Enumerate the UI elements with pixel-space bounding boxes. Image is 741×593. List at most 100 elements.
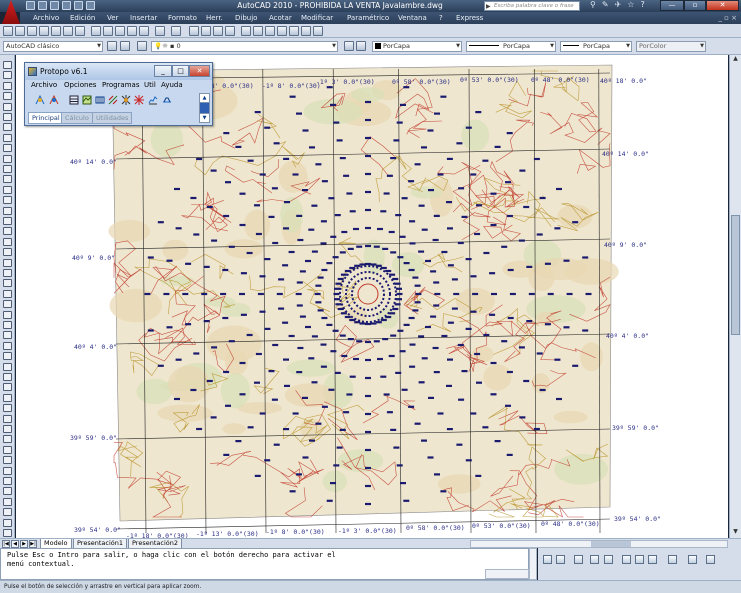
protopo-menu-archivo[interactable]: Archivo <box>31 81 57 89</box>
palette-tool-icon[interactable] <box>3 487 12 496</box>
palette-tool-icon[interactable] <box>3 133 12 142</box>
menu-insertar[interactable]: Insertar <box>130 14 157 22</box>
undo-icon[interactable] <box>62 1 71 10</box>
menu-help[interactable]: ? <box>439 14 443 22</box>
markup-icon[interactable] <box>289 26 299 36</box>
terrain-icon[interactable] <box>82 95 92 105</box>
palette-tool-icon[interactable] <box>3 435 12 444</box>
tab-utilidades[interactable]: Utilidades <box>92 112 133 124</box>
favorites-icon[interactable]: ☆ <box>627 0 634 9</box>
help-tool-icon[interactable] <box>313 26 323 36</box>
palette-tool-icon[interactable] <box>3 331 12 340</box>
help-icon[interactable]: ? <box>640 0 644 9</box>
star-points-icon[interactable] <box>134 95 144 105</box>
document-window-controls[interactable]: _ ▫ × <box>718 14 737 22</box>
linetype-select[interactable]: PorCapa ▼ <box>466 41 556 52</box>
menu-edicion[interactable]: Edición <box>70 14 95 22</box>
hardware-acceleration-icon[interactable] <box>648 555 657 564</box>
3d-dwf-icon[interactable] <box>75 26 85 36</box>
profile-icon[interactable] <box>148 95 158 105</box>
palette-tool-icon[interactable] <box>3 92 12 101</box>
status-help-icon[interactable] <box>688 555 697 564</box>
palette-tool-icon[interactable] <box>3 154 12 163</box>
binoculars-icon[interactable]: ⚲ <box>590 0 596 9</box>
scroll-up-icon[interactable]: ▲ <box>200 94 209 103</box>
palette-tool-icon[interactable] <box>3 466 12 475</box>
maximize-button[interactable]: ▫ <box>684 0 706 11</box>
palette-tool-icon[interactable] <box>3 227 12 236</box>
menu-ver[interactable]: Ver <box>107 14 118 22</box>
sheet-set-icon[interactable] <box>277 26 287 36</box>
palette-tool-icon[interactable] <box>3 165 12 173</box>
grid-model-icon[interactable] <box>95 95 105 105</box>
layer-previous-icon[interactable] <box>356 41 366 51</box>
new-icon[interactable] <box>26 1 35 10</box>
palette-tool-icon[interactable] <box>3 248 12 257</box>
protopo-maximize-button[interactable]: □ <box>172 65 189 77</box>
table-icon[interactable] <box>69 95 79 105</box>
make-current-layer-icon[interactable] <box>344 41 354 51</box>
workspace-lock-icon[interactable] <box>120 41 130 51</box>
zoom-realtime-icon[interactable] <box>201 26 211 36</box>
palette-tool-icon[interactable] <box>3 185 12 194</box>
properties-icon[interactable] <box>241 26 251 36</box>
annotation-scale-icon[interactable] <box>574 555 583 564</box>
palette-tool-icon[interactable] <box>3 237 12 246</box>
palette-tool-icon[interactable] <box>3 393 12 402</box>
horizontal-scroll-thumb[interactable] <box>591 541 631 547</box>
protopo-scrollbar[interactable]: ▲ ▼ <box>199 93 210 123</box>
zoom-previous-icon[interactable] <box>225 26 235 36</box>
open-folder-icon[interactable] <box>543 555 552 564</box>
palette-tool-icon[interactable] <box>3 279 12 288</box>
menu-modificar[interactable]: Modificar <box>301 14 333 22</box>
palette-tool-icon[interactable] <box>3 352 12 361</box>
protopo-title-bar[interactable]: Protopo v6.1 _ □ ✕ <box>25 63 212 80</box>
copy-icon[interactable] <box>103 26 113 36</box>
palette-tool-icon[interactable] <box>3 300 12 309</box>
publish-icon[interactable] <box>63 26 73 36</box>
open-file-icon[interactable] <box>15 26 25 36</box>
qnew-icon[interactable] <box>3 26 13 36</box>
scroll-down-icon[interactable]: ▼ <box>730 528 741 538</box>
palette-tool-icon[interactable] <box>3 217 12 225</box>
station-icon[interactable] <box>49 95 59 105</box>
palette-tool-icon[interactable] <box>3 113 12 121</box>
match-properties-icon[interactable] <box>127 26 137 36</box>
command-line-hscroll[interactable] <box>485 569 529 579</box>
open-icon[interactable] <box>38 1 47 10</box>
previous-layout-icon[interactable]: ◀ <box>11 540 19 548</box>
zoom-window-icon[interactable] <box>213 26 223 36</box>
palette-tool-icon[interactable] <box>3 518 12 527</box>
subscription-icon[interactable]: ✎ <box>602 0 609 9</box>
palette-tool-icon[interactable] <box>3 310 12 319</box>
palette-tool-icon[interactable] <box>3 144 12 153</box>
section-icon[interactable] <box>162 95 172 105</box>
lock-toolbar-icon[interactable] <box>635 555 644 564</box>
preview-icon[interactable] <box>51 26 61 36</box>
minimize-button[interactable]: — <box>660 0 684 11</box>
palette-tool-icon[interactable] <box>3 321 12 329</box>
search-input[interactable]: ▶ Escriba palabra clave o frase <box>484 1 580 11</box>
palette-tool-icon[interactable] <box>3 456 12 465</box>
palette-tool-icon[interactable] <box>3 477 12 485</box>
palette-tool-icon[interactable] <box>3 102 12 111</box>
undo-tool-icon[interactable] <box>155 26 165 36</box>
menu-dibujo[interactable]: Dibujo <box>235 14 257 22</box>
annotation-visibility-icon[interactable] <box>590 555 599 564</box>
protopo-scroll-thumb[interactable] <box>200 103 209 113</box>
menu-parametrico[interactable]: Paramétrico <box>347 14 389 22</box>
protopo-menu-opciones[interactable]: Opciones <box>64 81 96 89</box>
workspace-settings-icon[interactable] <box>107 41 117 51</box>
save-file-icon[interactable] <box>27 26 37 36</box>
protopo-close-button[interactable]: ✕ <box>189 65 210 77</box>
palette-tool-icon[interactable] <box>3 529 12 537</box>
plotstyle-select[interactable]: PorColor ▼ <box>636 41 706 52</box>
clean-screen-icon[interactable] <box>706 555 715 564</box>
save-tray-icon[interactable] <box>556 555 565 564</box>
radiation-icon[interactable] <box>121 95 131 105</box>
scroll-down-icon[interactable]: ▼ <box>200 113 209 122</box>
palette-tool-icon[interactable] <box>3 497 12 506</box>
palette-tool-icon[interactable] <box>3 414 12 423</box>
redo-icon[interactable] <box>74 1 83 10</box>
tab-calculo[interactable]: Cálculo <box>61 112 93 124</box>
